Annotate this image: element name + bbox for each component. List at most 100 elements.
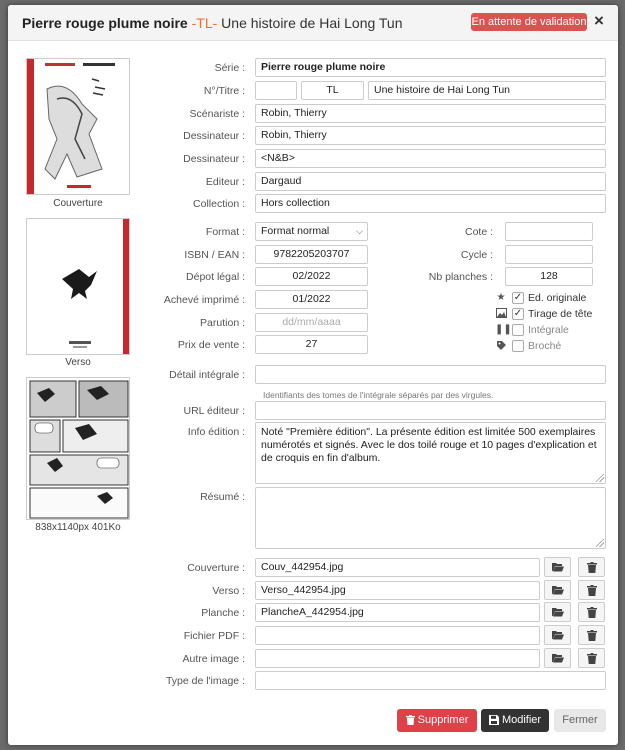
label-editeur: Editeur :	[205, 176, 245, 188]
folder-open-icon	[551, 608, 564, 617]
couverture-browse-button[interactable]	[544, 557, 571, 577]
acheve-imprime-field[interactable]: 01/2022	[255, 290, 368, 309]
ed-originale-checkbox[interactable]: ✓	[512, 292, 524, 304]
label-cycle: Cycle :	[460, 249, 493, 261]
detail-integrale-help: Identifiants des tomes de l'intégrale sé…	[263, 390, 494, 400]
autre-image-delete-button[interactable]	[578, 648, 605, 668]
planche-file-field[interactable]: PlancheA_442954.jpg	[255, 603, 540, 622]
autre-image-file-field[interactable]	[255, 649, 540, 668]
label-cote: Cote :	[464, 226, 493, 238]
cover-thumbnail[interactable]	[26, 58, 130, 195]
label-numero-titre: N°/Titre :	[203, 85, 245, 97]
prix-field[interactable]: 27	[255, 335, 368, 354]
verso-delete-button[interactable]	[578, 580, 605, 600]
label-url-editeur: URL éditeur :	[183, 405, 245, 417]
info-edition-field[interactable]: Noté "Première édition". La présente édi…	[255, 422, 606, 484]
trash-icon	[586, 653, 597, 664]
modify-button[interactable]: Modifier	[481, 709, 549, 732]
editeur-field[interactable]: Dargaud	[255, 172, 606, 191]
label-serie: Série :	[214, 62, 245, 74]
folder-open-icon	[551, 654, 564, 663]
close-button[interactable]: Fermer	[554, 709, 606, 732]
label-collection: Collection :	[193, 198, 245, 210]
title-album: Une histoire de Hai Long Tun	[221, 15, 403, 31]
dessinateur-2-field[interactable]: <N&B>	[255, 149, 606, 168]
label-nb-planches: Nb planches :	[428, 271, 493, 283]
label-scenariste: Scénariste :	[189, 108, 245, 120]
label-info-edition: Info édition :	[187, 426, 245, 438]
dessinateur-field[interactable]: Robin, Thierry	[255, 126, 606, 145]
resize-handle-icon[interactable]	[596, 539, 604, 547]
label-autre-image: Autre image :	[182, 653, 245, 665]
cote-field[interactable]	[505, 222, 593, 241]
verso-file-field[interactable]: Verso_442954.jpg	[255, 581, 540, 600]
pdf-delete-button[interactable]	[578, 625, 605, 645]
integrale-checkbox[interactable]	[512, 324, 524, 336]
detail-integrale-field[interactable]	[255, 365, 606, 384]
label-prix: Prix de vente :	[177, 339, 245, 351]
tirage-tete-checkbox[interactable]: ✓	[512, 308, 524, 320]
modal-header: Pierre rouge plume noire -TL- Une histoi…	[8, 5, 618, 41]
status-badge: En attente de validation	[471, 13, 587, 31]
verso-caption: Verso	[65, 357, 91, 368]
plate-caption: 838x1140px 401Ko	[35, 522, 121, 533]
format-select[interactable]: Format normal ⌵	[255, 222, 368, 241]
autre-image-browse-button[interactable]	[544, 648, 571, 668]
couverture-delete-button[interactable]	[578, 557, 605, 577]
broche-checkbox[interactable]	[512, 340, 524, 352]
chevron-down-icon: ⌵	[356, 226, 363, 236]
type-image-field[interactable]	[255, 671, 606, 690]
trash-icon	[586, 562, 597, 573]
cycle-field[interactable]	[505, 245, 593, 264]
cover-caption: Couverture	[53, 198, 103, 209]
save-icon	[488, 715, 499, 725]
collection-field[interactable]: Hors collection	[255, 194, 606, 213]
suffix-field[interactable]: TL	[301, 81, 364, 100]
trash-icon	[586, 630, 597, 641]
trash-icon	[405, 715, 415, 725]
title-serie: Pierre rouge plume noire	[22, 15, 188, 31]
label-acheve-imprime: Achevé imprimé :	[163, 294, 245, 306]
numero-field[interactable]	[255, 81, 297, 100]
title-field[interactable]: Une histoire de Hai Long Tun	[368, 81, 606, 100]
resume-field[interactable]	[255, 487, 606, 549]
depot-legal-field[interactable]: 02/2022	[255, 267, 368, 286]
star-icon: ★	[496, 292, 506, 303]
label-dessinateur-2: Dessinateur :	[183, 153, 245, 165]
tag-icon	[495, 340, 507, 354]
planche-delete-button[interactable]	[578, 602, 605, 622]
label-depot-legal: Dépot légal :	[186, 271, 245, 283]
folder-open-icon	[551, 563, 564, 572]
verso-thumbnail[interactable]	[26, 218, 130, 355]
modal-title: Pierre rouge plume noire -TL- Une histoi…	[22, 15, 403, 31]
verso-browse-button[interactable]	[544, 580, 571, 600]
label-dessinateur: Dessinateur :	[183, 130, 245, 142]
planche-browse-button[interactable]	[544, 602, 571, 622]
label-parution: Parution :	[200, 317, 245, 329]
plate-thumbnail[interactable]	[26, 377, 130, 520]
nb-planches-field[interactable]: 128	[505, 267, 593, 286]
label-verso: Verso :	[212, 585, 245, 597]
url-editeur-field[interactable]	[255, 401, 606, 420]
broche-label: Broché	[528, 340, 562, 352]
title-numero: -TL-	[187, 15, 222, 31]
parution-field[interactable]: dd/mm/aaaa	[255, 313, 368, 332]
tirage-tete-label: Tirage de tête	[528, 308, 593, 320]
resize-handle-icon[interactable]	[596, 474, 604, 482]
close-icon[interactable]: ×	[591, 11, 607, 31]
couverture-file-field[interactable]: Couv_442954.jpg	[255, 558, 540, 577]
pdf-file-field[interactable]	[255, 626, 540, 645]
scenariste-field[interactable]: Robin, Thierry	[255, 104, 606, 123]
format-value: Format normal	[261, 225, 330, 237]
pdf-browse-button[interactable]	[544, 625, 571, 645]
trash-icon	[586, 607, 597, 618]
label-planche: Planche :	[201, 607, 245, 619]
modify-button-label: Modifier	[501, 714, 542, 726]
delete-button[interactable]: Supprimer	[397, 709, 477, 732]
info-edition-text: Noté "Première édition". La présente édi…	[261, 426, 597, 464]
isbn-field[interactable]: 9782205203707	[255, 245, 368, 264]
label-detail-integrale: Détail intégrale :	[169, 369, 245, 381]
label-format: Format :	[205, 226, 245, 238]
label-type-image: Type de l'image :	[165, 675, 245, 687]
serie-field[interactable]: Pierre rouge plume noire	[255, 58, 606, 77]
